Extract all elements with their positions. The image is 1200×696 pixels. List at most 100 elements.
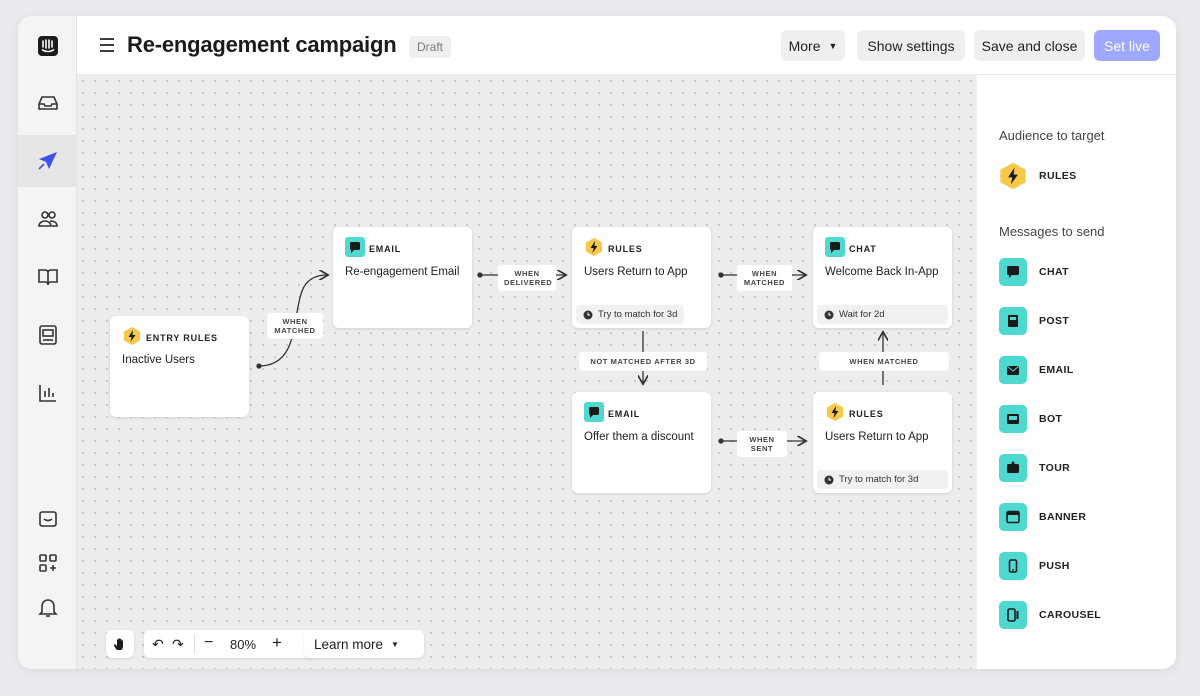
zoom-out-button[interactable]: −: [204, 634, 213, 652]
logo-icon[interactable]: [18, 20, 77, 72]
clock-icon: [824, 310, 834, 319]
message-item-bot[interactable]: BOT: [999, 404, 1062, 434]
hand-icon: [114, 638, 123, 650]
lightning-icon: [586, 238, 602, 256]
app-window: Re-engagement campaign Draft More ▼ Show…: [18, 16, 1176, 669]
message-item-post[interactable]: POST: [999, 306, 1069, 336]
audience-item-rules[interactable]: RULES: [999, 161, 1077, 191]
right-panel: Audience to target RULES Messages to sen…: [977, 75, 1176, 669]
audience-heading: Audience to target: [999, 128, 1105, 143]
status-badge: Draft: [409, 36, 452, 58]
edge-label-not-matched: NOT MATCHED AFTER 3D: [579, 352, 707, 371]
articles-icon[interactable]: [18, 251, 77, 303]
learn-more-button[interactable]: Learn more ▼: [304, 630, 424, 658]
message-item-label: TOUR: [1039, 462, 1071, 474]
carousel-icon: [999, 601, 1027, 629]
email-icon: [999, 356, 1027, 384]
node-title: Users Return to App: [825, 431, 929, 443]
node-footer: Try to match for 3d: [817, 470, 948, 489]
entry-rules-node[interactable]: ENTRY RULES Inactive Users: [110, 316, 249, 417]
tour-icon: [999, 454, 1027, 482]
node-footer-text: Wait for 2d: [839, 309, 885, 320]
clock-icon: [824, 475, 834, 484]
node-footer: Try to match for 3d: [576, 305, 684, 324]
edge-label-when-delivered: WHEN DELIVERED: [498, 265, 556, 291]
node-footer-text: Try to match for 3d: [598, 309, 678, 320]
node-title: Re-engagement Email: [345, 266, 460, 278]
outbound-icon[interactable]: [18, 135, 77, 187]
set-live-button[interactable]: Set live: [1094, 30, 1160, 61]
lightning-icon: [827, 403, 843, 421]
edge-label-when-matched: WHEN MATCHED: [819, 352, 949, 371]
node-title: Inactive Users: [122, 354, 195, 366]
node-type-label: EMAIL: [608, 409, 640, 419]
notifications-icon[interactable]: [18, 581, 77, 633]
left-nav-rail: [18, 16, 77, 669]
menu-icon[interactable]: [99, 36, 115, 54]
chat-bubble-icon: [345, 237, 365, 257]
message-item-label: POST: [1039, 315, 1070, 327]
post-icon: [999, 307, 1027, 335]
edge-label-when-sent: WHEN SENT: [737, 431, 787, 457]
chat-icon: [999, 258, 1027, 286]
zoom-level: 80%: [230, 637, 257, 652]
node-type-label: RULES: [849, 409, 884, 419]
banner-icon: [999, 503, 1027, 531]
learn-more-label: Learn more: [314, 636, 384, 652]
flow-canvas[interactable]: WHEN MATCHED WHEN DELIVERED WHEN MATCHED…: [77, 75, 977, 669]
contacts-icon[interactable]: [18, 193, 77, 245]
node-footer-text: Try to match for 3d: [839, 474, 919, 485]
messenger-icon[interactable]: [18, 309, 77, 361]
node-footer: Wait for 2d: [817, 305, 948, 324]
node-type-label: CHAT: [849, 244, 877, 254]
email-node[interactable]: EMAIL Offer them a discount: [572, 392, 711, 493]
rules-node[interactable]: RULES Users Return to App Try to match f…: [572, 227, 711, 328]
chat-node[interactable]: CHAT Welcome Back In-App Wait for 2d: [813, 227, 952, 328]
lightning-icon: [124, 327, 140, 345]
message-item-email[interactable]: EMAIL: [999, 355, 1074, 385]
caret-down-icon: ▼: [391, 639, 399, 649]
message-item-label: CHAT: [1039, 266, 1069, 278]
message-item-label: PUSH: [1039, 560, 1070, 572]
redo-icon[interactable]: ↷: [172, 636, 184, 653]
chat-bubble-icon: [825, 237, 845, 257]
message-item-label: BANNER: [1039, 511, 1087, 523]
save-and-close-button[interactable]: Save and close: [974, 30, 1085, 61]
bot-icon: [999, 405, 1027, 433]
node-title: Offer them a discount: [584, 431, 694, 443]
edge-label-when-matched: WHEN MATCHED: [737, 265, 792, 291]
rules-node[interactable]: RULES Users Return to App Try to match f…: [813, 392, 952, 493]
audience-item-label: RULES: [1039, 170, 1077, 182]
pan-hand-button[interactable]: [106, 630, 134, 658]
node-type-label: EMAIL: [369, 244, 401, 254]
message-item-label: CAROUSEL: [1039, 609, 1102, 621]
message-item-label: EMAIL: [1039, 364, 1074, 376]
message-item-banner[interactable]: BANNER: [999, 502, 1086, 532]
chat-bubble-icon: [584, 402, 604, 422]
message-item-carousel[interactable]: CAROUSEL: [999, 600, 1101, 630]
message-item-push[interactable]: PUSH: [999, 551, 1070, 581]
more-label: More: [788, 37, 821, 54]
push-icon: [999, 552, 1027, 580]
page-title: Re-engagement campaign: [127, 32, 397, 57]
caret-down-icon: ▼: [828, 40, 838, 51]
clock-icon: [583, 310, 593, 319]
messages-heading: Messages to send: [999, 224, 1105, 239]
top-header: Re-engagement campaign Draft More ▼ Show…: [77, 16, 1176, 75]
show-settings-button[interactable]: Show settings: [857, 30, 965, 61]
message-item-label: BOT: [1039, 413, 1063, 425]
inbox-icon[interactable]: [18, 77, 77, 129]
node-title: Welcome Back In-App: [825, 266, 939, 278]
message-item-chat[interactable]: CHAT: [999, 257, 1069, 287]
more-button[interactable]: More ▼: [781, 30, 845, 61]
reports-icon[interactable]: [18, 367, 77, 419]
zoom-in-button[interactable]: +: [272, 633, 282, 653]
toolbar-divider: [194, 634, 195, 654]
node-type-label: RULES: [608, 244, 643, 254]
undo-icon[interactable]: ↶: [152, 636, 164, 653]
email-node[interactable]: EMAIL Re-engagement Email: [333, 227, 472, 328]
lightning-icon: [1000, 162, 1026, 190]
zoom-toolbar: ↶ ↷ − 80% +: [144, 630, 314, 658]
message-item-tour[interactable]: TOUR: [999, 453, 1070, 483]
node-type-label: ENTRY RULES: [146, 333, 218, 343]
